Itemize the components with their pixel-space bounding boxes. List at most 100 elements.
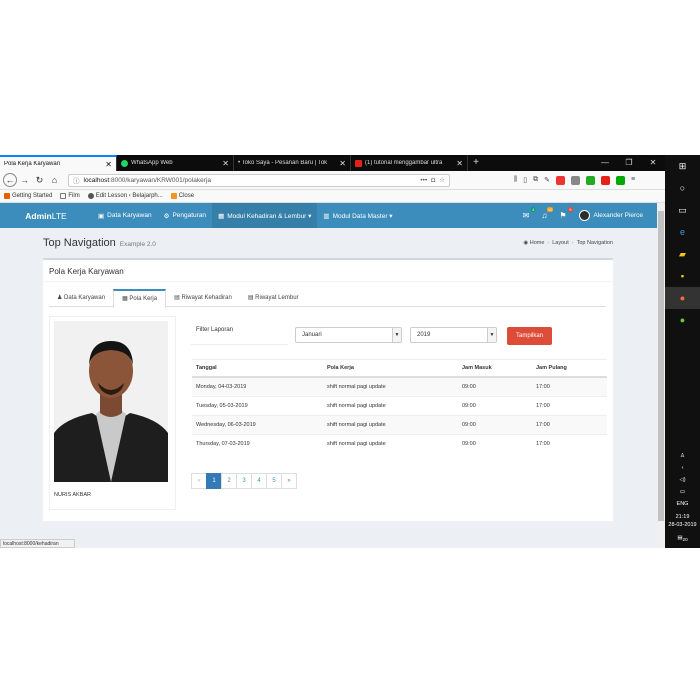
page-next[interactable]: » bbox=[281, 473, 297, 489]
browser-tab-whatsapp[interactable]: WhatsApp Web ✕ bbox=[117, 155, 234, 171]
bookmark-getting-started[interactable]: Getting Started bbox=[4, 193, 52, 199]
show-button[interactable]: Tampilkan bbox=[507, 327, 552, 345]
search-icon[interactable]: ○ bbox=[665, 177, 700, 199]
employee-name: NURIS AKBAR bbox=[54, 492, 91, 498]
notification-icon[interactable]: ▤20 bbox=[677, 535, 687, 542]
table-row: Tuesday, 05-03-2019 shift normal pagi up… bbox=[192, 395, 607, 415]
table-cell: shift normal pagi update bbox=[323, 433, 458, 453]
eyedropper-icon[interactable]: ✎ bbox=[544, 176, 550, 185]
bookmark-edit-lesson[interactable]: Edit Lesson ‹ Belajarph... bbox=[87, 193, 163, 199]
bank-icon: ▥ bbox=[323, 212, 330, 220]
windows-start-icon[interactable]: ⊞ bbox=[665, 155, 700, 177]
notification-count: 20 bbox=[682, 537, 688, 542]
library-icon[interactable]: ⫼ bbox=[514, 176, 517, 185]
table-cell: Tuesday, 05-03-2019 bbox=[192, 395, 323, 415]
nav-modul-kehadiran[interactable]: ▦ Modul Kehadiran & Lembur ▾ bbox=[212, 203, 318, 228]
table-cell: 09:00 bbox=[458, 376, 532, 396]
breadcrumb-layout[interactable]: Layout bbox=[552, 240, 569, 246]
chevron-down-icon: ▼ bbox=[487, 328, 496, 342]
browser-tab-toko[interactable]: • Toko Saya - Pesanan Baru | Tok ✕ bbox=[234, 155, 351, 171]
column-header: Jam Masuk bbox=[458, 359, 532, 378]
extension-icon[interactable] bbox=[585, 175, 595, 185]
page-actions-icon[interactable]: ••• bbox=[420, 177, 427, 184]
menu-icon[interactable]: ≡ bbox=[631, 176, 635, 185]
page-scrollbar[interactable] bbox=[657, 203, 665, 548]
volume-icon[interactable]: ◁) bbox=[679, 477, 685, 483]
browser-tab-youtube[interactable]: (1) tutorial menggambar ultra ✕ bbox=[351, 155, 468, 171]
reload-icon[interactable]: ↻ bbox=[32, 175, 47, 186]
flag-icon[interactable]: ⚑ 9 bbox=[559, 207, 573, 220]
column-header: Jam Pulang bbox=[532, 359, 607, 378]
flag-badge: 9 bbox=[568, 207, 573, 212]
browser-tab-pola-kerja[interactable]: Pola Kerja Karyawan ✕ bbox=[0, 155, 117, 171]
tab-label: Pola Kerja bbox=[129, 296, 158, 302]
whatsapp-icon bbox=[121, 159, 128, 167]
page-1[interactable]: 1 bbox=[206, 473, 222, 489]
chevron-up-icon[interactable]: ‹ bbox=[682, 465, 684, 471]
home-icon[interactable]: ⌂ bbox=[47, 175, 62, 185]
info-icon[interactable]: ⓘ bbox=[73, 175, 80, 185]
tab-riwayat-lembur[interactable]: ▤ Riwayat Lembur bbox=[240, 289, 307, 307]
bell-icon[interactable]: ♫ 10 bbox=[541, 207, 554, 220]
sidebar-icon[interactable]: ▯ bbox=[523, 176, 527, 185]
nav-modul-data-master[interactable]: ▥ Modul Data Master ▾ bbox=[317, 203, 398, 228]
screenshot-icon[interactable]: ⧉ bbox=[533, 176, 538, 185]
calendar-icon: ▦ bbox=[218, 212, 225, 220]
page-5[interactable]: 5 bbox=[266, 473, 282, 489]
tab-data-karyawan[interactable]: ♟ Data Karyawan bbox=[49, 289, 113, 307]
extension-icon[interactable] bbox=[615, 175, 625, 185]
user-menu[interactable]: Alexander Pierce bbox=[578, 210, 644, 221]
file-explorer-icon[interactable]: ▰ bbox=[665, 243, 700, 265]
minimize-icon[interactable]: — bbox=[593, 155, 617, 171]
extension-icon[interactable] bbox=[555, 175, 565, 185]
scrollbar-thumb[interactable] bbox=[658, 211, 664, 521]
pocket-icon[interactable]: ◘ bbox=[431, 177, 435, 184]
year-select[interactable]: 2019 ▼ bbox=[410, 327, 497, 343]
page-prev[interactable]: « bbox=[191, 473, 207, 489]
address-bar[interactable]: ⓘ localhost:8000/karyawan/KRW001/polaker… bbox=[68, 173, 450, 187]
sticky-notes-icon[interactable]: ▪ bbox=[665, 265, 700, 287]
clock[interactable]: 21:19 28-03-2019 bbox=[668, 513, 696, 529]
bookmark-close[interactable]: Close bbox=[170, 193, 195, 199]
app-icon[interactable]: ● bbox=[665, 309, 700, 331]
tab-riwayat-kehadiran[interactable]: ▤ Riwayat Kehadiran bbox=[166, 289, 240, 307]
close-icon[interactable]: ✕ bbox=[105, 160, 112, 169]
close-icon[interactable]: ✕ bbox=[456, 159, 463, 168]
bookmark-film[interactable]: Film bbox=[60, 193, 80, 199]
task-view-icon[interactable]: ▭ bbox=[665, 199, 700, 221]
page-4[interactable]: 4 bbox=[251, 473, 267, 489]
page-2[interactable]: 2 bbox=[221, 473, 237, 489]
content-wrapper: Top Navigation Example 2.0 ◉ Home › Layout ›… bbox=[0, 228, 657, 533]
close-icon[interactable]: ✕ bbox=[339, 159, 346, 168]
page-3[interactable]: 3 bbox=[236, 473, 252, 489]
nav-pengaturan[interactable]: ⚙ Pengaturan bbox=[158, 203, 212, 228]
firefox-icon[interactable]: ● bbox=[665, 287, 700, 309]
mail-icon[interactable]: ✉ 4 bbox=[523, 207, 536, 220]
system-tray: ♙ ‹ ◁) ▭ ENG 21:19 28-03-2019 ▤20 bbox=[665, 453, 700, 548]
bookmark-label: Close bbox=[178, 193, 195, 199]
user-name: Alexander Pierce bbox=[593, 212, 644, 220]
app-logo[interactable]: AdminLTE bbox=[0, 211, 92, 221]
bookmark-label: Edit Lesson ‹ Belajarph... bbox=[95, 193, 163, 199]
language-indicator[interactable]: ENG bbox=[677, 501, 689, 507]
maximize-icon[interactable]: ❐ bbox=[617, 155, 641, 171]
new-tab-button[interactable]: + bbox=[468, 155, 484, 171]
clock-date: 28-03-2019 bbox=[668, 521, 697, 528]
column-header: Pola Kerja bbox=[323, 359, 458, 378]
edge-icon[interactable]: e bbox=[665, 221, 700, 243]
close-icon[interactable]: ✕ bbox=[222, 159, 229, 168]
keyboard-icon[interactable]: ▭ bbox=[680, 489, 685, 495]
extension-icon[interactable] bbox=[570, 175, 580, 185]
back-icon[interactable]: ← bbox=[3, 173, 17, 187]
forward-icon[interactable]: → bbox=[17, 175, 32, 185]
tab-pola-kerja[interactable]: ▦ Pola Kerja bbox=[113, 289, 167, 308]
extension-icon[interactable] bbox=[600, 175, 610, 185]
people-icon[interactable]: ♙ bbox=[680, 453, 685, 459]
nav-data-karyawan[interactable]: ▣ Data Karyawan bbox=[92, 203, 158, 228]
month-select[interactable]: Januari ▼ bbox=[295, 327, 402, 343]
breadcrumb: ◉ Home › Layout › Top Navigation bbox=[523, 240, 613, 246]
breadcrumb-home[interactable]: Home bbox=[530, 240, 545, 246]
nav-label: Pengaturan bbox=[172, 212, 207, 219]
bookmark-star-icon[interactable]: ☆ bbox=[439, 176, 445, 184]
close-window-icon[interactable]: ✕ bbox=[641, 155, 665, 171]
